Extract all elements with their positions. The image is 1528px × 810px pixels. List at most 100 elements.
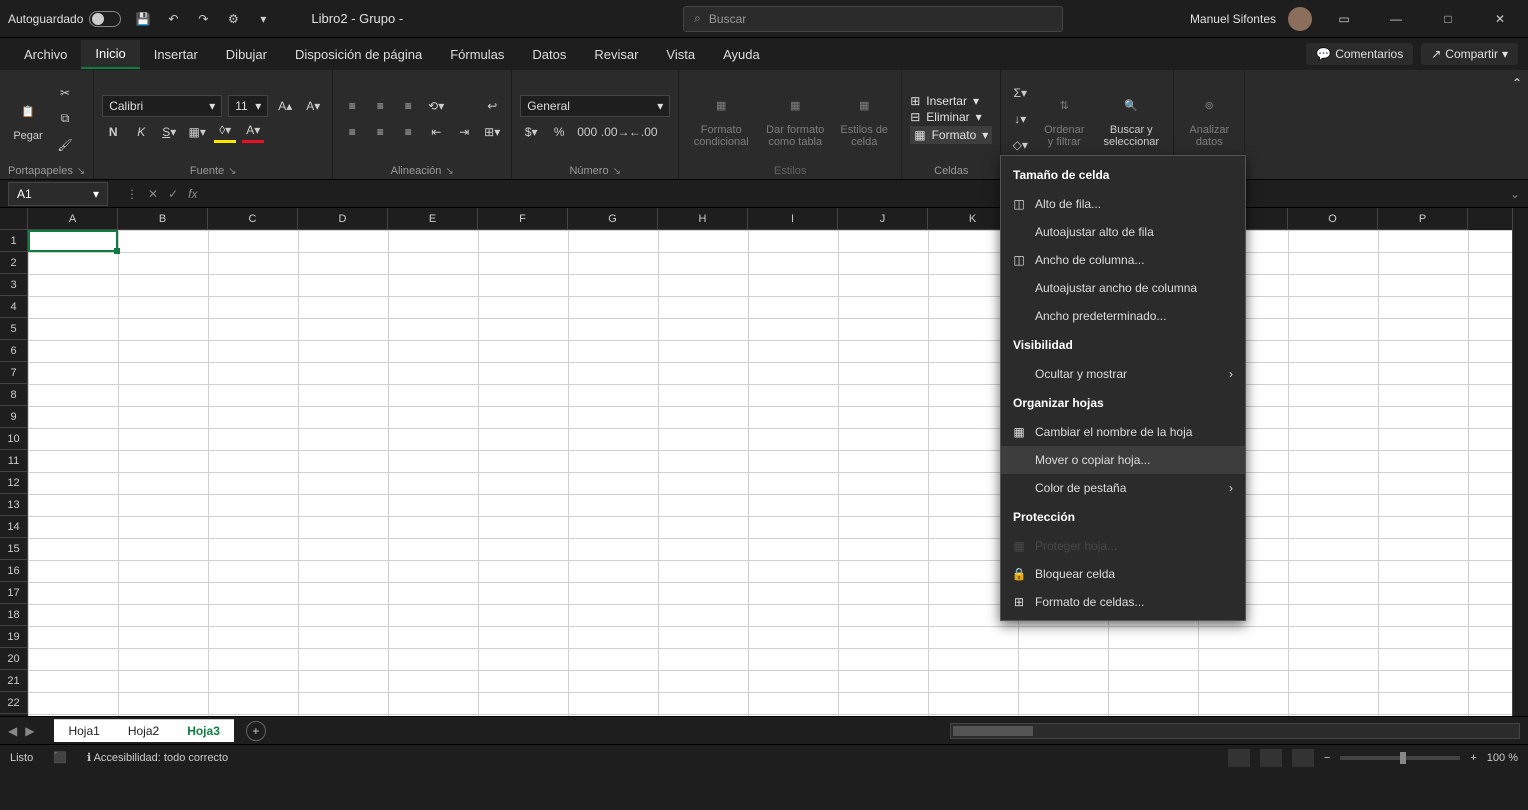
- ribbon-mode-icon[interactable]: ▭: [1324, 4, 1364, 34]
- tab-disposicion[interactable]: Disposición de página: [281, 41, 436, 68]
- page-break-view-icon[interactable]: [1292, 749, 1314, 767]
- paste-button[interactable]: 📋 Pegar: [8, 92, 48, 146]
- fill-color-icon[interactable]: ◊▾: [214, 121, 236, 143]
- maximize-button[interactable]: □: [1428, 4, 1468, 34]
- row-header[interactable]: 11: [0, 450, 28, 472]
- row-header[interactable]: 18: [0, 604, 28, 626]
- font-name-select[interactable]: Calibri▾: [102, 95, 222, 117]
- align-center-icon[interactable]: ≡: [369, 121, 391, 143]
- row-header[interactable]: 5: [0, 318, 28, 340]
- expand-formula-icon[interactable]: ⌄: [1502, 187, 1528, 201]
- row-header[interactable]: 15: [0, 538, 28, 560]
- menu-autofit-col[interactable]: Autoajustar ancho de columna: [1001, 274, 1245, 302]
- row-header[interactable]: 17: [0, 582, 28, 604]
- launcher-icon[interactable]: ↘: [445, 166, 453, 177]
- percent-icon[interactable]: %: [548, 121, 570, 143]
- menu-col-width[interactable]: ◫Ancho de columna...: [1001, 246, 1245, 274]
- font-size-select[interactable]: 11▾: [228, 95, 268, 117]
- row-header[interactable]: 21: [0, 670, 28, 692]
- collapse-ribbon-icon[interactable]: ⌃: [1506, 70, 1528, 179]
- sheet-prev-icon[interactable]: ◀: [8, 724, 17, 738]
- menu-autofit-row[interactable]: Autoajustar alto de fila: [1001, 218, 1245, 246]
- sheet-tab-hoja1[interactable]: Hoja1: [54, 719, 113, 742]
- qat-dropdown-icon[interactable]: ▾: [255, 11, 271, 27]
- menu-tab-color[interactable]: Color de pestaña›: [1001, 474, 1245, 502]
- row-header[interactable]: 9: [0, 406, 28, 428]
- comments-button[interactable]: 💬 Comentarios: [1306, 43, 1413, 65]
- italic-icon[interactable]: K: [130, 121, 152, 143]
- menu-format-cells[interactable]: ⊞Formato de celdas...: [1001, 588, 1245, 616]
- zoom-slider[interactable]: [1340, 756, 1460, 760]
- tab-datos[interactable]: Datos: [518, 41, 580, 68]
- format-cells-button[interactable]: ▦ Formato ▾: [910, 126, 992, 144]
- align-middle-icon[interactable]: ≡: [369, 95, 391, 117]
- row-header[interactable]: 12: [0, 472, 28, 494]
- number-format-select[interactable]: General▾: [520, 95, 670, 117]
- sheet-tab-hoja3[interactable]: Hoja3: [173, 719, 234, 742]
- tab-inicio[interactable]: Inicio: [81, 40, 139, 69]
- align-left-icon[interactable]: ≡: [341, 121, 363, 143]
- conditional-format-button[interactable]: ▦Formato condicional: [687, 86, 755, 152]
- launcher-icon[interactable]: ↘: [228, 166, 236, 177]
- row-header[interactable]: 6: [0, 340, 28, 362]
- decrease-font-icon[interactable]: A▾: [302, 95, 324, 117]
- row-header[interactable]: 3: [0, 274, 28, 296]
- menu-lock-cell[interactable]: 🔒Bloquear celda: [1001, 560, 1245, 588]
- row-header[interactable]: 14: [0, 516, 28, 538]
- row-header[interactable]: 22: [0, 692, 28, 714]
- share-button[interactable]: ↗ Compartir ▾: [1421, 43, 1518, 65]
- launcher-icon[interactable]: ↘: [77, 166, 85, 177]
- column-header[interactable]: I: [748, 208, 838, 230]
- launcher-icon[interactable]: ↘: [613, 166, 621, 177]
- decrease-decimal-icon[interactable]: ←.00: [632, 121, 654, 143]
- menu-move-copy-sheet[interactable]: Mover o copiar hoja...: [1001, 446, 1245, 474]
- clear-icon[interactable]: ◇▾: [1009, 134, 1031, 156]
- name-box[interactable]: A1▾: [8, 182, 108, 206]
- vscrollbar[interactable]: [1512, 208, 1528, 716]
- row-header[interactable]: 16: [0, 560, 28, 582]
- menu-default-width[interactable]: Ancho predeterminado...: [1001, 302, 1245, 330]
- redo-icon[interactable]: ↷: [195, 11, 211, 27]
- find-select-button[interactable]: 🔍Buscar y seleccionar: [1097, 86, 1165, 152]
- select-all-corner[interactable]: [0, 208, 28, 230]
- tab-revisar[interactable]: Revisar: [580, 41, 652, 68]
- row-header[interactable]: 10: [0, 428, 28, 450]
- row-header[interactable]: 13: [0, 494, 28, 516]
- minimize-button[interactable]: —: [1376, 4, 1416, 34]
- column-header[interactable]: H: [658, 208, 748, 230]
- column-header[interactable]: O: [1288, 208, 1378, 230]
- page-layout-view-icon[interactable]: [1260, 749, 1282, 767]
- tab-ayuda[interactable]: Ayuda: [709, 41, 774, 68]
- row-header[interactable]: 4: [0, 296, 28, 318]
- column-header[interactable]: D: [298, 208, 388, 230]
- increase-decimal-icon[interactable]: .00→: [604, 121, 626, 143]
- column-header[interactable]: J: [838, 208, 928, 230]
- borders-icon[interactable]: ▦▾: [186, 121, 208, 143]
- copy-icon[interactable]: ⧉: [54, 108, 76, 130]
- font-color-icon[interactable]: A▾: [242, 121, 264, 143]
- menu-rename-sheet[interactable]: ▦Cambiar el nombre de la hoja: [1001, 418, 1245, 446]
- search-input[interactable]: ⌕ Buscar: [683, 6, 1063, 32]
- row-header[interactable]: 7: [0, 362, 28, 384]
- row-header[interactable]: 19: [0, 626, 28, 648]
- align-bottom-icon[interactable]: ≡: [397, 95, 419, 117]
- currency-icon[interactable]: $▾: [520, 121, 542, 143]
- sheet-next-icon[interactable]: ▶: [25, 724, 34, 738]
- autosum-icon[interactable]: Σ▾: [1009, 82, 1031, 104]
- enter-formula-icon[interactable]: ✓: [168, 187, 178, 201]
- column-header[interactable]: C: [208, 208, 298, 230]
- row-header[interactable]: 20: [0, 648, 28, 670]
- record-macro-icon[interactable]: ⬛: [53, 751, 67, 764]
- merge-icon[interactable]: ⊞▾: [481, 121, 503, 143]
- cell-styles-button[interactable]: ▦Estilos de celda: [835, 86, 893, 152]
- analyze-button[interactable]: ⊚Analizar datos: [1182, 86, 1236, 152]
- column-header[interactable]: G: [568, 208, 658, 230]
- increase-font-icon[interactable]: A▴: [274, 95, 296, 117]
- tab-insertar[interactable]: Insertar: [140, 41, 212, 68]
- column-header[interactable]: B: [118, 208, 208, 230]
- align-right-icon[interactable]: ≡: [397, 121, 419, 143]
- zoom-level[interactable]: 100 %: [1487, 752, 1518, 764]
- column-header[interactable]: F: [478, 208, 568, 230]
- insert-cells-button[interactable]: ⊞ Insertar ▾: [910, 94, 992, 108]
- increase-indent-icon[interactable]: ⇥: [453, 121, 475, 143]
